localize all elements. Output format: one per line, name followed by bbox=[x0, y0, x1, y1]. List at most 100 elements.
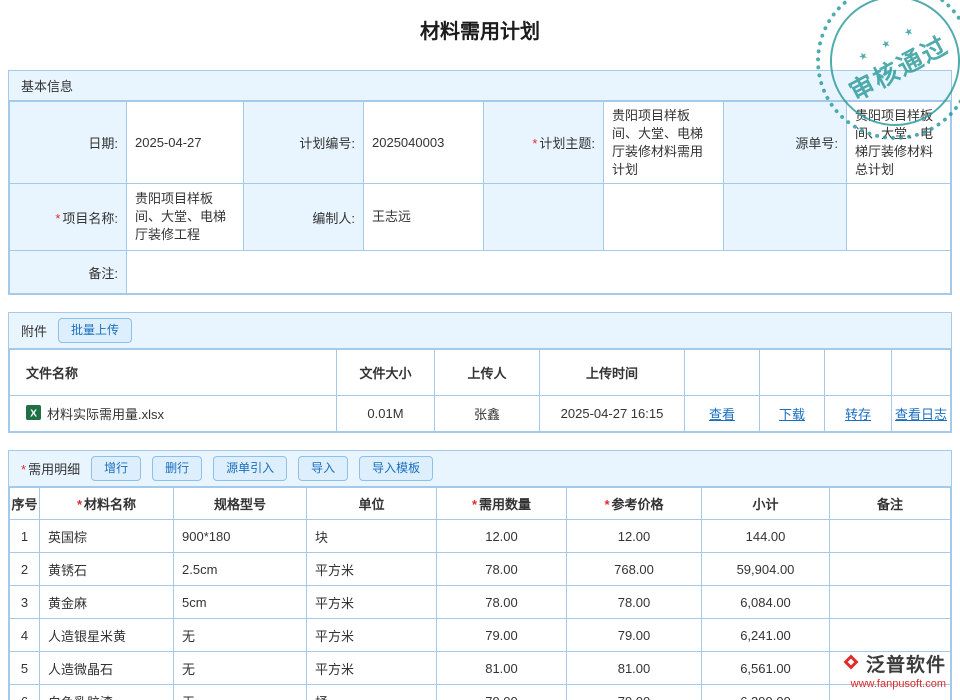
import-template-button[interactable]: 导入模板 bbox=[359, 456, 433, 481]
detail-row: 5人造微晶石无平方米81.0081.006,561.00 bbox=[10, 652, 951, 685]
details-table: 序号 *材料名称 规格型号 单位 *需用数量 *参考价格 小计 备注 1英国棕9… bbox=[9, 487, 951, 700]
detail-cell bbox=[830, 520, 951, 553]
view-link[interactable]: 查看 bbox=[709, 407, 735, 422]
download-link[interactable]: 下载 bbox=[779, 407, 805, 422]
detail-cell: 平方米 bbox=[307, 553, 437, 586]
required-mark: * bbox=[604, 497, 609, 512]
plan-no-label: 计划编号: bbox=[244, 102, 364, 184]
file-name-text: 材料实际需用量.xlsx bbox=[47, 404, 164, 423]
col-header-ref-price-text: 参考价格 bbox=[612, 497, 664, 512]
empty-label-cell bbox=[484, 184, 604, 251]
basic-info-table: 日期: 2025-04-27 计划编号: 2025040003 *计划主题: 贵… bbox=[9, 101, 951, 294]
detail-cell: 人造银星米黄 bbox=[40, 619, 174, 652]
col-header-file-size: 文件大小 bbox=[337, 350, 435, 396]
detail-cell: 无 bbox=[174, 652, 307, 685]
detail-cell: 5cm bbox=[174, 586, 307, 619]
empty-value-cell bbox=[847, 184, 951, 251]
subject-value-text: 贵阳项目样板间、大堂、电梯厅装修材料需用计划 bbox=[612, 108, 703, 177]
excel-file-icon: X bbox=[26, 405, 41, 423]
view-log-link[interactable]: 查看日志 bbox=[895, 407, 947, 422]
page-title: 材料需用计划 bbox=[0, 18, 960, 46]
material-plan-page: 材料需用计划 ★ ★ ★ 审核通过 基本信息 日期: 2025-04-27 计划… bbox=[0, 0, 960, 700]
detail-cell: 3 bbox=[10, 586, 40, 619]
vendor-logo-icon bbox=[841, 652, 861, 675]
detail-cell: 平方米 bbox=[307, 652, 437, 685]
detail-row: 1英国棕900*180块12.0012.00144.00 bbox=[10, 520, 951, 553]
detail-cell: 81.00 bbox=[567, 652, 702, 685]
detail-cell bbox=[830, 619, 951, 652]
file-name-cell: X 材料实际需用量.xlsx bbox=[10, 396, 337, 432]
attachments-header-row: 文件名称 文件大小 上传人 上传时间 bbox=[10, 350, 951, 396]
col-header-material-name: *材料名称 bbox=[40, 488, 174, 520]
col-header-empty bbox=[825, 350, 892, 396]
detail-cell: 59,904.00 bbox=[702, 553, 830, 586]
batch-upload-button[interactable]: 批量上传 bbox=[58, 318, 132, 343]
file-size-cell: 0.01M bbox=[337, 396, 435, 432]
plan-no-value-text: 2025040003 bbox=[372, 135, 444, 150]
col-header-unit: 单位 bbox=[307, 488, 437, 520]
download-action-cell: 下载 bbox=[760, 396, 825, 432]
svg-text:X: X bbox=[30, 408, 37, 419]
detail-cell: 78.00 bbox=[437, 553, 567, 586]
detail-cell: 79.00 bbox=[567, 685, 702, 700]
add-row-button[interactable]: 增行 bbox=[91, 456, 141, 481]
creator-label-text: 编制人: bbox=[312, 211, 355, 226]
detail-cell: 79.00 bbox=[567, 619, 702, 652]
basic-info-section-title: 基本信息 bbox=[21, 76, 73, 95]
col-header-spec-model: 规格型号 bbox=[174, 488, 307, 520]
col-header-upload-time: 上传时间 bbox=[540, 350, 685, 396]
detail-cell: 英国棕 bbox=[40, 520, 174, 553]
source-import-button[interactable]: 源单引入 bbox=[213, 456, 287, 481]
col-header-required-qty: *需用数量 bbox=[437, 488, 567, 520]
col-header-empty bbox=[685, 350, 760, 396]
attachments-table: 文件名称 文件大小 上传人 上传时间 X bbox=[9, 349, 951, 432]
remark-label: 备注: bbox=[10, 251, 127, 294]
detail-cell: 78.00 bbox=[567, 586, 702, 619]
subject-label: *计划主题: bbox=[484, 102, 604, 184]
detail-cell: 6,084.00 bbox=[702, 586, 830, 619]
detail-cell: 黄金麻 bbox=[40, 586, 174, 619]
detail-cell: 桶 bbox=[307, 685, 437, 700]
details-header-row: 序号 *材料名称 规格型号 单位 *需用数量 *参考价格 小计 备注 bbox=[10, 488, 951, 520]
detail-cell: 平方米 bbox=[307, 586, 437, 619]
detail-cell: 79.00 bbox=[437, 685, 567, 700]
detail-cell: 6,561.00 bbox=[702, 652, 830, 685]
required-mark: * bbox=[55, 211, 60, 226]
detail-cell: 6 bbox=[10, 685, 40, 700]
detail-cell: 2.5cm bbox=[174, 553, 307, 586]
creator-value-text: 王志远 bbox=[372, 209, 411, 224]
attachments-section: 附件 批量上传 文件名称 文件大小 上传人 上传时间 bbox=[8, 312, 952, 433]
delete-row-button[interactable]: 删行 bbox=[152, 456, 202, 481]
detail-row: 2黄锈石2.5cm平方米78.00768.0059,904.00 bbox=[10, 553, 951, 586]
detail-row: 6白色乳胶漆无桶79.0079.006,399.00 bbox=[10, 685, 951, 700]
empty-label-cell bbox=[724, 184, 847, 251]
remark-value bbox=[127, 251, 951, 294]
attachment-row: X 材料实际需用量.xlsx 0.01M 张鑫 2025-04-27 16:15… bbox=[10, 396, 951, 432]
detail-cell: 2 bbox=[10, 553, 40, 586]
date-value: 2025-04-27 bbox=[127, 102, 244, 184]
col-header-uploader: 上传人 bbox=[435, 350, 540, 396]
vendor-website: www.fanpusoft.com bbox=[841, 678, 946, 690]
detail-cell: 12.00 bbox=[567, 520, 702, 553]
view-log-action-cell: 查看日志 bbox=[892, 396, 951, 432]
detail-cell: 144.00 bbox=[702, 520, 830, 553]
transfer-link[interactable]: 转存 bbox=[845, 407, 871, 422]
detail-cell bbox=[830, 586, 951, 619]
project-name-value-text: 贵阳项目样板间、大堂、电梯厅装修工程 bbox=[135, 191, 226, 242]
uploader-cell: 张鑫 bbox=[435, 396, 540, 432]
details-section-title: *需用明细 bbox=[21, 459, 80, 478]
basic-info-section: 基本信息 日期: 2025-04-27 计划编号: 2025040003 *计划… bbox=[8, 70, 952, 295]
details-table-body: 1英国棕900*180块12.0012.00144.002黄锈石2.5cm平方米… bbox=[10, 520, 951, 700]
view-action-cell: 查看 bbox=[685, 396, 760, 432]
detail-cell: 黄锈石 bbox=[40, 553, 174, 586]
col-header-file-name: 文件名称 bbox=[10, 350, 337, 396]
detail-cell: 人造微晶石 bbox=[40, 652, 174, 685]
detail-cell: 12.00 bbox=[437, 520, 567, 553]
required-mark: * bbox=[77, 497, 82, 512]
detail-cell bbox=[830, 553, 951, 586]
import-button[interactable]: 导入 bbox=[298, 456, 348, 481]
subject-label-text: 计划主题: bbox=[539, 136, 595, 151]
detail-cell: 无 bbox=[174, 619, 307, 652]
project-name-value: 贵阳项目样板间、大堂、电梯厅装修工程 bbox=[127, 184, 244, 251]
source-no-value-text: 贵阳项目样板间、大堂、电梯厅装修材料总计划 bbox=[855, 108, 933, 177]
